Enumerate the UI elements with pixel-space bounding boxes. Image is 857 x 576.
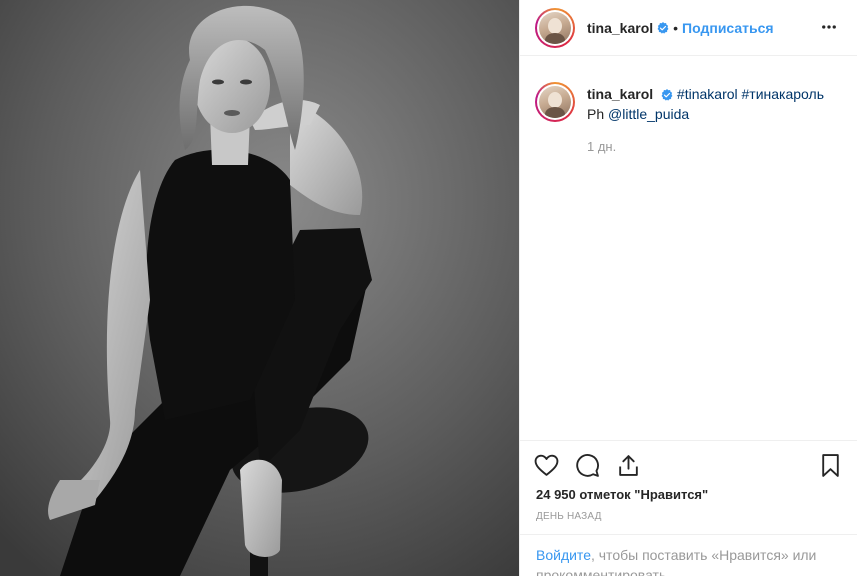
avatar[interactable] bbox=[535, 7, 575, 48]
more-horizontal-icon[interactable] bbox=[820, 18, 838, 36]
avatar-image bbox=[539, 11, 571, 44]
login-link[interactable]: Войдите bbox=[536, 547, 591, 563]
post-header: tina_karol • Подписаться bbox=[520, 0, 857, 56]
caption-time: 1 дн. bbox=[587, 139, 617, 154]
header-username[interactable]: tina_karol bbox=[587, 20, 653, 36]
photo-illustration bbox=[0, 0, 519, 576]
caption: tina_karol #tinakarol #тинакароль Ph @li… bbox=[535, 72, 842, 157]
caption-line-2: Ph @little_puida bbox=[587, 104, 824, 124]
bookmark-icon[interactable] bbox=[818, 453, 843, 478]
avatar-border bbox=[537, 9, 573, 46]
follow-button[interactable]: Подписаться bbox=[682, 20, 774, 36]
caption-avatar-border bbox=[537, 84, 573, 120]
likes-count[interactable]: 24 950 отметок "Нравится" bbox=[536, 487, 708, 502]
caption-line-1: tina_karol #tinakarol #тинакароль bbox=[587, 84, 824, 104]
caption-verified-badge-icon bbox=[661, 89, 673, 101]
action-bar bbox=[520, 440, 857, 490]
mention-link[interactable]: @little_puida bbox=[608, 106, 689, 122]
caption-avatar[interactable] bbox=[535, 82, 575, 122]
login-prompt: Войдите, чтобы поставить «Нравится» или … bbox=[520, 534, 857, 576]
caption-body: tina_karol #tinakarol #тинакароль Ph @li… bbox=[587, 84, 824, 157]
caption-username[interactable]: tina_karol bbox=[587, 86, 653, 102]
verified-badge-icon bbox=[657, 21, 669, 34]
post-date: День назад bbox=[536, 511, 602, 522]
caption-avatar-image bbox=[539, 86, 571, 118]
post-panel: tina_karol • Подписаться tina_karol #tin… bbox=[519, 0, 857, 576]
hashtag-link[interactable]: #tinakarol bbox=[677, 86, 738, 102]
post-photo[interactable] bbox=[0, 0, 519, 576]
share-icon[interactable] bbox=[616, 453, 641, 478]
heart-icon[interactable] bbox=[534, 453, 559, 478]
comment-icon[interactable] bbox=[575, 453, 600, 478]
comments-area[interactable]: tina_karol #tinakarol #тинакароль Ph @li… bbox=[520, 57, 857, 440]
separator-dot: • bbox=[673, 19, 679, 36]
hashtag-link[interactable]: #тинакароль bbox=[742, 86, 824, 102]
credit-prefix: Ph bbox=[587, 106, 605, 122]
